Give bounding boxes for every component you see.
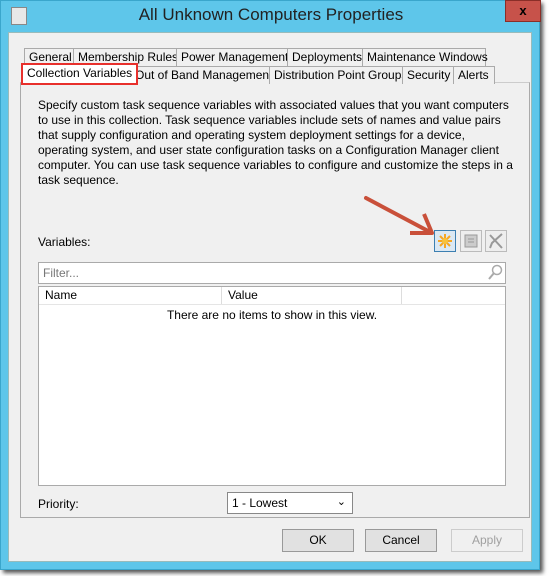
new-variable-button[interactable] bbox=[434, 230, 456, 252]
apply-button[interactable]: Apply bbox=[451, 529, 523, 552]
annotation-arrow bbox=[364, 196, 434, 235]
priority-select[interactable]: 1 - Lowest ⌄ bbox=[227, 492, 353, 514]
description-text: Specify custom task sequence variables w… bbox=[38, 98, 513, 187]
window-title: All Unknown Computers Properties bbox=[138, 5, 404, 24]
column-header-name[interactable]: Name bbox=[39, 287, 222, 304]
priority-value: 1 - Lowest bbox=[232, 496, 288, 510]
chevron-down-icon: ⌄ bbox=[336, 496, 346, 508]
variables-label: Variables: bbox=[38, 235, 91, 249]
cancel-button[interactable]: Cancel bbox=[365, 529, 437, 552]
properties-icon bbox=[464, 234, 478, 248]
tab-collection-variables[interactable]: Collection Variables bbox=[20, 63, 139, 85]
close-button[interactable]: x bbox=[505, 0, 541, 22]
tab-power-management[interactable]: Power Management bbox=[176, 48, 294, 66]
new-star-icon bbox=[438, 234, 452, 248]
delete-x-icon bbox=[489, 233, 503, 249]
tab-alerts[interactable]: Alerts bbox=[453, 66, 495, 84]
search-icon bbox=[488, 264, 503, 280]
priority-label: Priority: bbox=[38, 497, 79, 511]
properties-button[interactable] bbox=[460, 230, 482, 252]
tab-out-of-band-management[interactable]: Out of Band Management bbox=[130, 66, 278, 84]
column-header-value[interactable]: Value bbox=[222, 287, 402, 304]
empty-list-message: There are no items to show in this view. bbox=[166, 308, 378, 322]
ok-button[interactable]: OK bbox=[282, 529, 354, 552]
tab-security[interactable]: Security bbox=[402, 66, 456, 84]
tab-maintenance-windows[interactable]: Maintenance Windows bbox=[362, 48, 488, 66]
delete-button[interactable] bbox=[485, 230, 507, 252]
variables-list[interactable]: Name Value There are no items to show in… bbox=[38, 286, 506, 486]
tab-deployments[interactable]: Deployments bbox=[287, 48, 368, 66]
tab-distribution-point-groups[interactable]: Distribution Point Groups bbox=[269, 66, 413, 84]
filter-input[interactable]: Filter... bbox=[38, 262, 506, 284]
